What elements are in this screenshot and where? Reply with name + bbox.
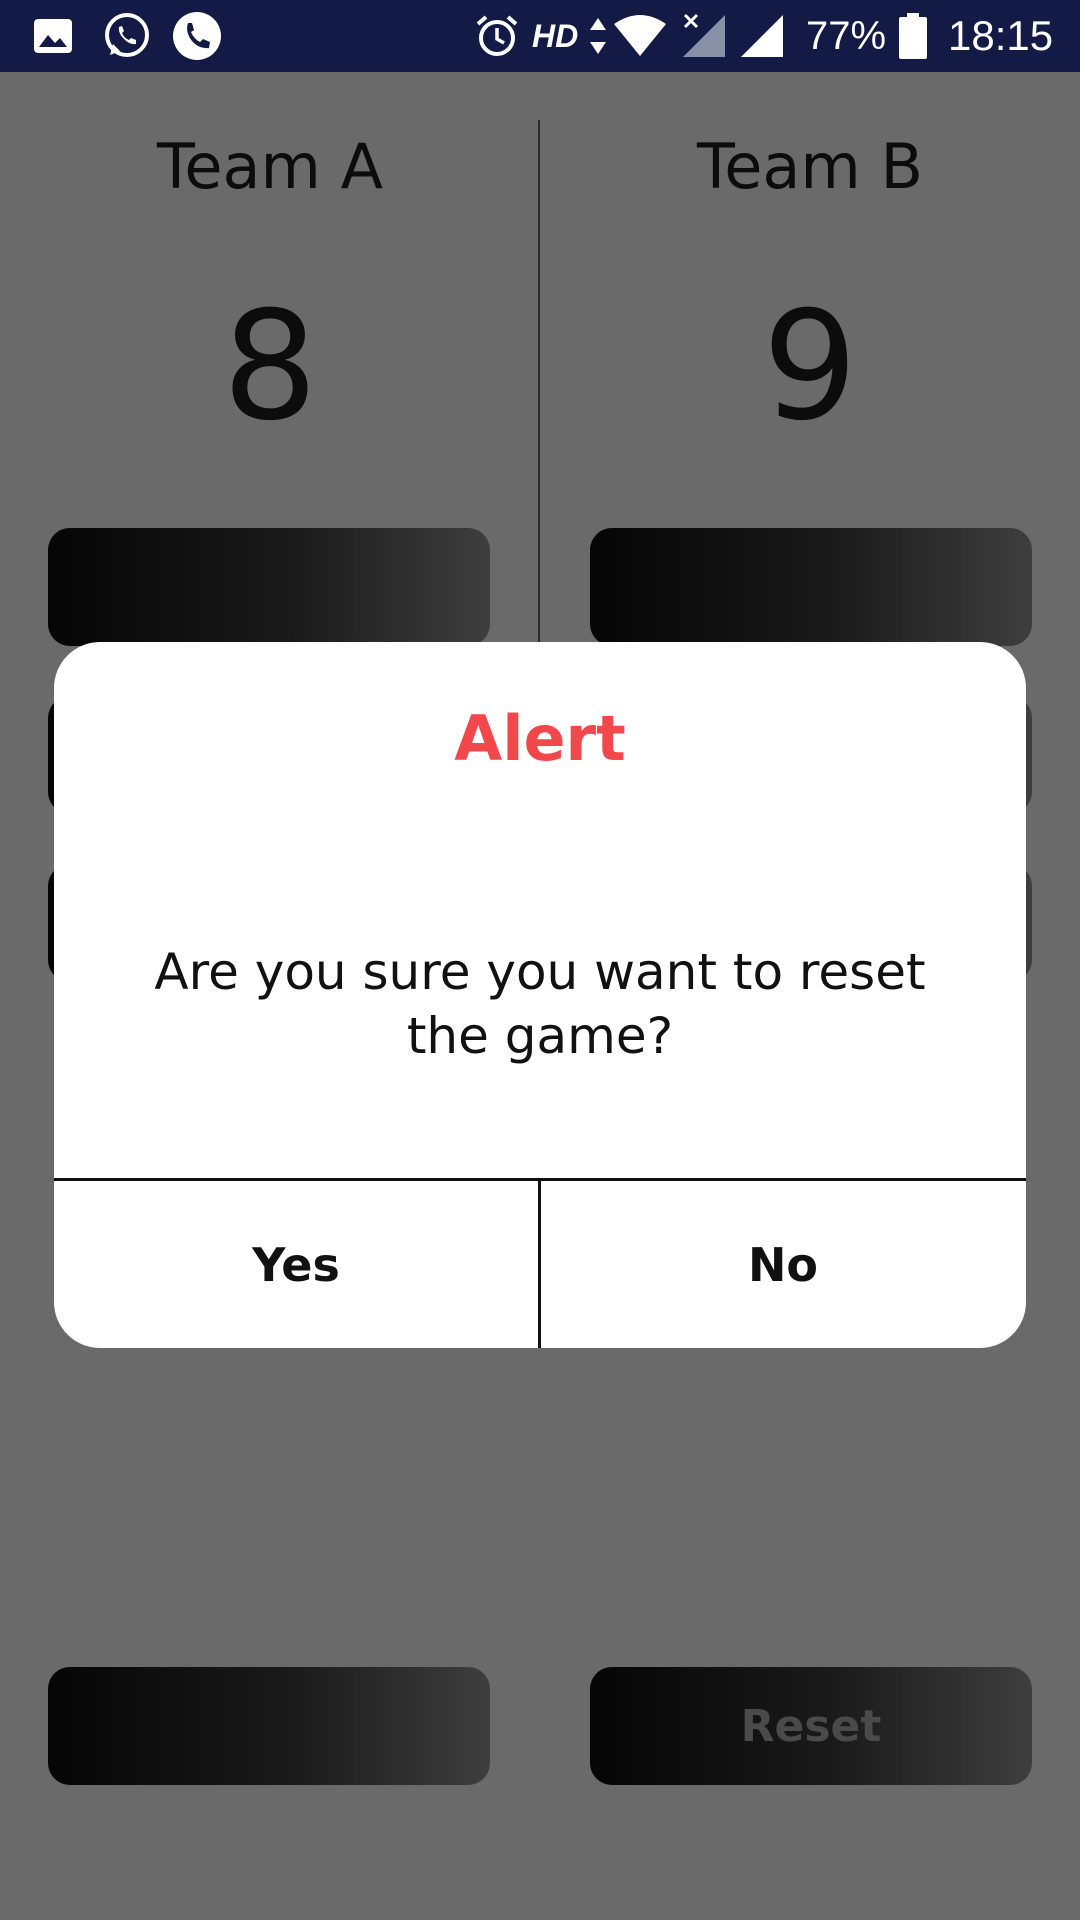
team-a-name: Team A bbox=[157, 130, 383, 203]
signal-no-sim-icon bbox=[680, 0, 728, 72]
wifi-icon bbox=[612, 0, 668, 72]
alert-dialog: Alert Are you sure you want to reset the… bbox=[54, 642, 1026, 1348]
hd-label: HD bbox=[532, 18, 579, 54]
clock: 18:15 bbox=[948, 12, 1054, 59]
bottom-left-button[interactable] bbox=[48, 1667, 490, 1785]
signal-icon bbox=[738, 0, 786, 72]
battery-icon bbox=[898, 0, 928, 72]
yes-button-label: Yes bbox=[252, 1237, 340, 1292]
reset-button[interactable]: Reset bbox=[590, 1667, 1032, 1785]
no-button-label: No bbox=[747, 1237, 819, 1292]
status-bar: HD 77% 18:15 bbox=[0, 0, 1080, 72]
team-a-points-button-1[interactable] bbox=[48, 528, 490, 646]
reset-button-label: Reset bbox=[740, 1700, 882, 1752]
alarm-icon bbox=[474, 0, 520, 72]
team-b-points-button-1[interactable] bbox=[590, 528, 1032, 646]
battery-percent: 77% bbox=[806, 14, 887, 58]
data-arrows-icon bbox=[588, 0, 608, 72]
phone-icon bbox=[170, 0, 224, 72]
team-b-name: Team B bbox=[696, 130, 924, 203]
gallery-icon bbox=[32, 0, 74, 72]
dialog-message: Are you sure you want to reset the game? bbox=[154, 943, 926, 1065]
yes-button[interactable]: Yes bbox=[54, 1181, 538, 1348]
dialog-title: Alert bbox=[454, 702, 626, 775]
team-b-score: 9 bbox=[762, 280, 858, 454]
no-button[interactable]: No bbox=[541, 1181, 1025, 1348]
team-a-score: 8 bbox=[222, 280, 318, 454]
whatsapp-icon bbox=[100, 0, 154, 72]
